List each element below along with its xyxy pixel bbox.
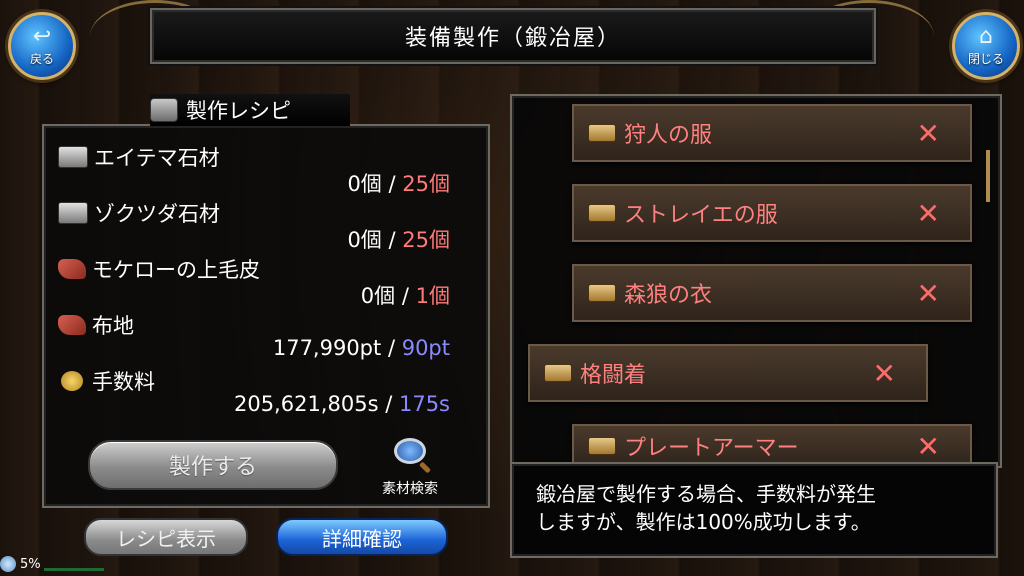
recipe-panel-title: 製作レシピ — [186, 99, 291, 123]
material-row: 手数料 205,621,805s / 175s — [58, 366, 458, 416]
material-separator: / — [388, 228, 396, 252]
material-quantity: 0個 / 25個 — [347, 224, 450, 254]
close-button-label: 閉じる — [967, 51, 1004, 66]
material-name: ゾクツダ石材 — [94, 202, 220, 226]
recipe-item-name: 格闘着 — [580, 363, 647, 388]
material-separator: / — [387, 336, 396, 360]
home-icon: ⌂ — [979, 23, 993, 49]
fur-icon — [58, 259, 86, 279]
detail-confirm-label: 詳細確認 — [322, 526, 402, 551]
coin-icon — [61, 371, 83, 391]
recipe-item-name: 森狼の衣 — [624, 283, 713, 308]
recipe-item-name: ストレイエの服 — [624, 203, 778, 228]
material-quantity: 0個 / 1個 — [361, 280, 450, 310]
unavailable-x-icon: ✕ — [872, 356, 896, 390]
material-need: 25個 — [402, 228, 450, 252]
recipe-list-item-selected[interactable]: 格闘着 ✕ — [528, 344, 928, 402]
recipe-display-label: レシピ表示 — [116, 526, 216, 551]
info-line-1: 鍛冶屋で製作する場合、手数料が発生 — [536, 482, 876, 506]
scroll-icon — [588, 284, 616, 302]
material-search-button[interactable]: 素材検索 — [370, 438, 450, 498]
status-indicator: 5% — [0, 556, 41, 572]
magnifier-icon — [394, 438, 426, 464]
recipe-list-item[interactable]: ストレイエの服 ✕ — [572, 184, 972, 242]
stone-icon — [58, 202, 88, 224]
material-name: 布地 — [92, 314, 134, 338]
material-name: モケローの上毛皮 — [92, 258, 260, 282]
material-quantity: 205,621,805s / 175s — [234, 392, 450, 416]
material-need: 25個 — [402, 172, 450, 196]
detail-confirm-button[interactable]: 詳細確認 — [276, 518, 448, 556]
material-separator: / — [388, 172, 396, 196]
material-row: モケローの上毛皮 0個 / 1個 — [58, 254, 458, 308]
material-name: エイテマ石材 — [94, 146, 220, 170]
unavailable-x-icon: ✕ — [916, 276, 940, 310]
info-line-2: しますが、製作は100%成功します。 — [536, 510, 871, 534]
material-have: 0個 — [347, 172, 382, 196]
status-orb-icon — [0, 556, 16, 572]
scroll-icon — [544, 364, 572, 382]
recipe-book-icon — [150, 98, 178, 122]
unavailable-x-icon: ✕ — [916, 429, 940, 463]
status-percent: 5% — [20, 556, 41, 572]
material-have: 205,621,805s — [233, 392, 379, 416]
page-title-text: 装備製作（鍛冶屋） — [404, 26, 621, 51]
material-have: 0個 — [347, 228, 382, 252]
unavailable-x-icon: ✕ — [916, 116, 940, 150]
recipe-list-scrollbar[interactable] — [986, 150, 990, 202]
material-search-label: 素材検索 — [382, 481, 438, 497]
back-arrow-icon: ↩ — [32, 23, 52, 49]
close-button[interactable]: ⌂ 閉じる — [952, 12, 1020, 80]
material-quantity: 0個 / 25個 — [347, 168, 450, 198]
make-button[interactable]: 製作する — [88, 440, 338, 490]
material-need: 175s — [398, 392, 450, 416]
scroll-icon — [588, 204, 616, 222]
material-row: エイテマ石材 0個 / 25個 — [58, 142, 458, 196]
info-message-box: 鍛冶屋で製作する場合、手数料が発生 しますが、製作は100%成功します。 — [510, 462, 998, 558]
material-need: 1個 — [415, 284, 450, 308]
cloth-icon — [58, 315, 86, 335]
material-have: 177,990pt — [272, 336, 382, 360]
material-name: 手数料 — [92, 370, 155, 394]
page-title: 装備製作（鍛冶屋） — [150, 8, 876, 64]
material-quantity: 177,990pt / 90pt — [273, 336, 450, 360]
recipe-list-item[interactable]: 森狼の衣 ✕ — [572, 264, 972, 322]
recipe-panel-header: 製作レシピ — [150, 94, 350, 126]
make-button-label: 製作する — [168, 455, 257, 480]
material-separator: / — [385, 392, 393, 416]
material-row: 布地 177,990pt / 90pt — [58, 310, 458, 360]
recipe-list-item[interactable]: 狩人の服 ✕ — [572, 104, 972, 162]
status-bar — [44, 568, 104, 571]
recipe-item-name: 狩人の服 — [624, 123, 713, 148]
recipe-item-name: プレートアーマー — [624, 436, 799, 461]
back-button-label: 戻る — [29, 51, 54, 66]
recipe-display-button[interactable]: レシピ表示 — [84, 518, 248, 556]
material-row: ゾクツダ石材 0個 / 25個 — [58, 198, 458, 252]
unavailable-x-icon: ✕ — [916, 196, 940, 230]
scroll-icon — [588, 437, 616, 455]
stone-icon — [58, 146, 88, 168]
material-separator: / — [401, 284, 409, 308]
material-have: 0個 — [360, 284, 396, 308]
scroll-icon — [588, 124, 616, 142]
material-need: 90pt — [401, 336, 450, 360]
back-button[interactable]: ↩ 戻る — [8, 12, 76, 80]
